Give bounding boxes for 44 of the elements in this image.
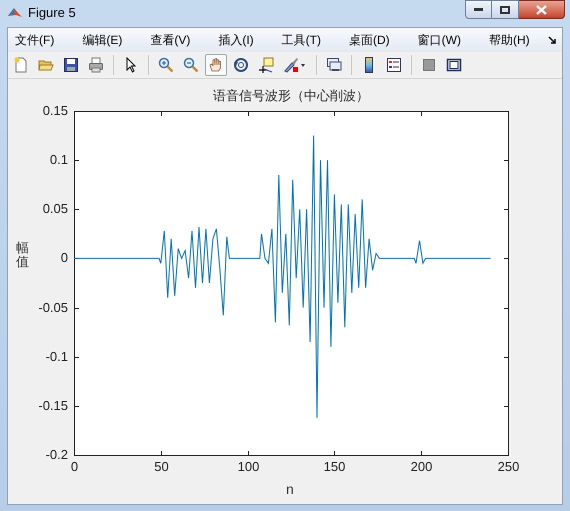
zoom-out-icon [183,57,199,73]
close-icon [536,4,547,14]
y-tick-label: -0.1 [44,350,68,364]
close-button[interactable] [519,0,565,19]
menu-item[interactable]: 插入(I) [213,31,259,49]
y-axis-label: 幅值 [16,241,29,270]
y-tick-label: 0.15 [42,104,68,118]
y-tick-label: 0 [60,250,68,264]
y-tick-label: 0.1 [48,152,68,166]
x-tick-label: 250 [496,460,520,474]
printer-icon [88,57,104,73]
menu-item[interactable]: 文件(F) [10,31,60,49]
y-tick-label: -0.05 [37,300,68,314]
save-icon [63,57,79,73]
x-tick-label: 200 [410,460,434,474]
hand-icon [208,57,224,73]
new-file-icon [13,57,29,73]
y-tick-label: -0.2 [44,448,68,462]
dock-arrow-icon[interactable] [548,36,556,44]
menu-item[interactable]: 查看(V) [145,31,196,49]
zoom-in-icon [158,57,174,73]
x-tick-label: 150 [322,460,346,474]
x-tick-label: 100 [236,460,260,474]
menu-item[interactable]: 桌面(D) [344,31,395,49]
x-tick-label: 0 [70,460,80,474]
data-cursor-icon [258,57,274,73]
rotate-icon [233,57,249,73]
menu-item[interactable]: 帮助(H) [484,31,535,49]
y-tick-label: 0.05 [42,202,68,216]
maximize-button[interactable] [492,0,519,19]
window-title: Figure 5 [28,4,76,22]
y-tick-label: -0.15 [37,398,68,412]
x-tick-label: 50 [153,460,170,474]
legend-icon [386,57,402,73]
x-axis-label: n [286,480,294,499]
minimize-button[interactable] [465,0,492,19]
plot-title: 语音信号波形（中心削波） [212,88,370,106]
menu-item[interactable]: 工具(T) [276,31,326,49]
menu-item[interactable]: 窗口(W) [412,31,466,49]
square-icon [421,57,437,73]
menu-item[interactable]: 编辑(E) [77,31,128,49]
linked-plots-icon [326,57,342,73]
brush-icon [283,57,307,73]
plot-frame-icon [446,57,462,73]
